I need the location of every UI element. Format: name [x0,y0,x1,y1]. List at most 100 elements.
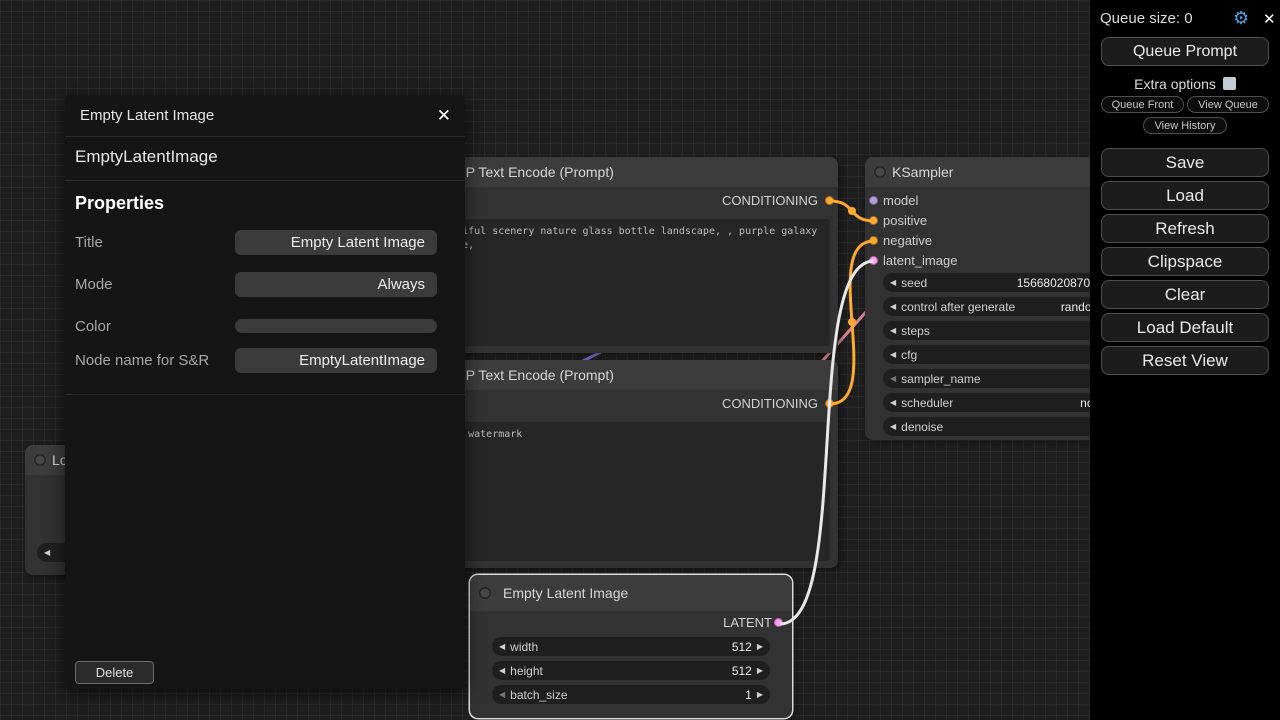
output-label: LATENT [723,615,772,630]
mode-property-value[interactable]: Always [235,272,437,297]
latent-output[interactable]: LATENT [470,612,792,634]
close-icon[interactable]: ✕ [1263,10,1276,28]
widget-value: 512 [732,664,752,678]
widget-label: batch_size [510,688,567,702]
left-arrow-icon[interactable]: ◀ [890,326,896,335]
right-arrow-icon[interactable]: ▶ [757,642,763,651]
wire-midpoint-dot [848,207,856,215]
node-title: CLIP Text Encode (Prompt) [444,164,614,180]
widget-label: cfg [901,348,917,362]
node-status-dot[interactable] [479,587,491,599]
clipspace-button[interactable]: Clipspace [1101,247,1269,276]
latent-output-dot[interactable] [774,618,783,627]
queue-size-row: Queue size: 0 ⚙ ✕ [1100,10,1270,30]
property-label: Node name for S&R [75,352,209,369]
negative-input-dot[interactable] [869,236,878,245]
model-input-dot[interactable] [869,196,878,205]
extra-options-label: Extra options [1134,76,1216,92]
conditioning-output-dot[interactable] [825,399,834,408]
left-arrow-icon[interactable]: ◀ [499,642,505,651]
dialog-header: Empty Latent Image ✕ [65,95,465,137]
reset-view-button[interactable]: Reset View [1101,346,1269,375]
output-label: CONDITIONING [722,396,818,411]
conditioning-output-dot[interactable] [825,196,834,205]
latent-image-input-dot[interactable] [869,256,878,265]
positive-input-dot[interactable] [869,216,878,225]
widget-value: 512 [732,640,752,654]
wire-midpoint-dot [848,318,856,326]
node-title: KSampler [892,164,953,180]
left-arrow-icon[interactable]: ◀ [890,398,896,407]
dialog-title: Empty Latent Image [80,107,214,124]
divider [65,180,465,181]
prompt-textarea[interactable]: beautiful scenery nature glass bottle la… [428,219,830,346]
load-default-button[interactable]: Load Default [1101,313,1269,342]
left-arrow-icon[interactable]: ◀ [499,690,505,699]
right-arrow-icon[interactable]: ▶ [757,666,763,675]
mode-property-row: Mode Always [75,272,437,297]
title-property-value[interactable]: Empty Latent Image [235,230,437,255]
right-arrow-icon[interactable]: ▶ [757,690,763,699]
refresh-button[interactable]: Refresh [1101,214,1269,243]
height-widget[interactable]: ◀ height 512 ▶ [492,661,770,680]
title-property-row: Title Empty Latent Image [75,230,437,255]
save-button[interactable]: Save [1101,148,1269,177]
input-label: positive [883,213,927,228]
node-properties-dialog: Empty Latent Image ✕ EmptyLatentImage Pr… [65,95,465,689]
clear-button[interactable]: Clear [1101,280,1269,309]
node-header[interactable]: CLIP Text Encode (Prompt) [420,360,838,390]
left-arrow-icon[interactable]: ◀ [890,350,896,359]
input-label: latent_image [883,253,957,268]
widget-label: denoise [901,420,943,434]
load-button[interactable]: Load [1101,181,1269,210]
widget-label: width [510,640,538,654]
prompt-textarea[interactable]: text, watermark [428,422,830,561]
node-title: CLIP Text Encode (Prompt) [444,367,614,383]
widget-label: control after generate [901,300,1015,314]
property-label: Title [75,234,103,251]
left-arrow-icon[interactable]: ◀ [890,422,896,431]
divider [65,394,465,395]
left-arrow-icon[interactable]: ◀ [890,278,896,287]
widget-label: height [510,664,543,678]
view-queue-button[interactable]: View Queue [1187,96,1269,113]
delete-button[interactable]: Delete [75,661,154,684]
clip-text-encode-negative-node[interactable]: CLIP Text Encode (Prompt) CONDITIONING t… [420,360,838,568]
property-label: Color [75,318,111,335]
input-label: model [883,193,918,208]
view-history-button[interactable]: View History [1143,117,1227,134]
conditioning-output[interactable]: CONDITIONING [420,190,838,212]
close-icon[interactable]: ✕ [437,95,451,137]
node-name-property-row: Node name for S&R EmptyLatentImage [75,348,437,373]
left-arrow-icon[interactable]: ◀ [890,302,896,311]
node-header[interactable]: CLIP Text Encode (Prompt) [420,157,838,187]
node-status-dot[interactable] [34,454,46,466]
left-arrow-icon[interactable]: ◀ [44,548,50,557]
comfy-menu-panel: Queue size: 0 ⚙ ✕ Queue Prompt Extra opt… [1090,0,1280,720]
queue-size-label: Queue size: 0 [1100,10,1193,27]
widget-label: seed [901,276,927,290]
settings-gear-icon[interactable]: ⚙ [1233,8,1249,29]
node-header[interactable]: Empty Latent Image [470,575,792,611]
clip-text-encode-positive-node[interactable]: CLIP Text Encode (Prompt) CONDITIONING b… [420,157,838,353]
output-label: CONDITIONING [722,193,818,208]
batch-size-widget[interactable]: ◀ batch_size 1 ▶ [492,685,770,704]
property-label: Mode [75,276,113,293]
widget-label: scheduler [901,396,953,410]
node-type-name: EmptyLatentImage [75,145,218,169]
node-name-property-value[interactable]: EmptyLatentImage [235,348,437,373]
color-property-value[interactable] [235,319,437,333]
queue-front-button[interactable]: Queue Front [1101,96,1184,113]
width-widget[interactable]: ◀ width 512 ▶ [492,637,770,656]
queue-prompt-button[interactable]: Queue Prompt [1101,37,1269,66]
extra-options-checkbox[interactable] [1223,77,1236,90]
input-label: negative [883,233,932,248]
left-arrow-icon[interactable]: ◀ [890,374,896,383]
conditioning-output[interactable]: CONDITIONING [420,393,838,415]
empty-latent-image-node[interactable]: Empty Latent Image LATENT ◀ width 512 ▶ … [470,575,792,718]
widget-value: 1 [745,688,752,702]
left-arrow-icon[interactable]: ◀ [499,666,505,675]
node-status-dot[interactable] [874,166,886,178]
color-property-row: Color [75,314,437,339]
widget-label: steps [901,324,930,338]
